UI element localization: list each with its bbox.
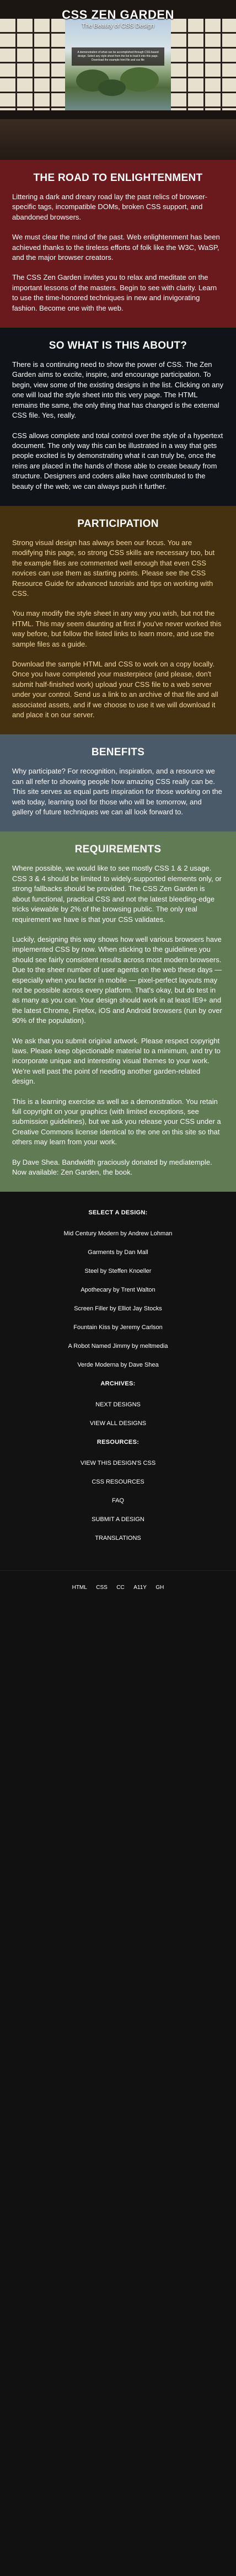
footer-link-css[interactable]: CSS — [96, 1585, 108, 1591]
footer-link-html[interactable]: HTML — [72, 1585, 87, 1591]
section-heading: SO WHAT IS THIS ABOUT? — [49, 340, 187, 352]
resources-heading: RESOURCES: — [96, 1439, 140, 1446]
design-selection: SELECT A DESIGN: Mid Century Modern by A… — [11, 1209, 225, 1368]
requirements-section: REQUIREMENTS Where possible, we would li… — [0, 831, 236, 1192]
translations-link[interactable]: TRANSLATIONS — [11, 1535, 225, 1542]
paragraph: Luckily, designing this way shows how we… — [12, 935, 222, 1025]
paragraph: There is a continuing need to show the p… — [12, 360, 223, 420]
design-list: Mid Century Modern by Andrew Lohman Garm… — [11, 1230, 225, 1368]
archives-list: NEXT DESIGNS VIEW ALL DESIGNS — [11, 1401, 225, 1427]
paragraph: The CSS Zen Garden invites you to relax … — [12, 273, 217, 312]
paragraph: We ask that you submit original artwork.… — [12, 1036, 221, 1086]
preamble-text: A demonstration of what can be accomplis… — [77, 51, 159, 62]
section-heading: BENEFITS — [91, 746, 145, 759]
design-link[interactable]: Apothecary by Trent Walton — [11, 1287, 225, 1293]
design-link[interactable]: Screen Filler by Elliot Jay Stocks — [11, 1305, 225, 1312]
paragraph: By Dave Shea. Bandwidth graciously donat… — [12, 1158, 212, 1177]
sidebar: SELECT A DESIGN: Mid Century Modern by A… — [0, 1192, 236, 1571]
section-heading: THE ROAD TO ENLIGHTENMENT — [33, 172, 203, 184]
resources: RESOURCES: VIEW THIS DESIGN'S CSS CSS RE… — [11, 1439, 225, 1542]
paragraph: Littering a dark and dreary road lay the… — [12, 193, 208, 221]
design-link[interactable]: Mid Century Modern by Andrew Lohman — [11, 1230, 225, 1237]
design-link[interactable]: Steel by Steffen Knoeller — [11, 1268, 225, 1274]
section-heading: REQUIREMENTS — [74, 844, 162, 856]
paragraph: Download the sample HTML and CSS to work… — [12, 660, 218, 719]
next-designs-link[interactable]: NEXT DESIGNS — [11, 1401, 225, 1408]
design-link[interactable]: Garments by Dan Mall — [11, 1249, 225, 1256]
paragraph: Why participate? For recognition, inspir… — [12, 767, 222, 817]
shoji-screen-left — [0, 19, 65, 110]
paragraph: CSS allows complete and total control ov… — [12, 431, 223, 490]
design-link[interactable]: Fountain Kiss by Jeremy Carlson — [11, 1324, 225, 1331]
participation-section: PARTICIPATION Strong visual design has a… — [0, 505, 236, 735]
paragraph: We must clear the mind of the past. Web … — [12, 233, 220, 262]
paragraph: Where possible, we would like to see mos… — [12, 864, 222, 924]
footer-link-gh[interactable]: GH — [155, 1585, 164, 1591]
floor-beam — [0, 110, 236, 119]
footer: HTML CSS CC A11Y GH — [0, 1570, 236, 1606]
view-css-link[interactable]: VIEW THIS DESIGN'S CSS — [11, 1460, 225, 1466]
faq-link[interactable]: FAQ — [11, 1497, 225, 1504]
footer-link-cc[interactable]: CC — [116, 1585, 124, 1591]
site-title: CSS ZEN GARDEN — [62, 8, 174, 22]
benefits-section: BENEFITS Why participate? For recognitio… — [0, 734, 236, 832]
road-to-enlightenment-section: THE ROAD TO ENLIGHTENMENT Littering a da… — [0, 160, 236, 328]
shoji-screen-right — [171, 19, 236, 110]
css-resources-link[interactable]: CSS RESOURCES — [11, 1479, 225, 1485]
title-box: CSS ZEN GARDEN The Beauty of CSS Design — [55, 8, 181, 29]
what-is-this-section: SO WHAT IS THIS ABOUT? There is a contin… — [0, 328, 236, 506]
section-heading: PARTICIPATION — [77, 518, 159, 530]
design-list-heading: SELECT A DESIGN: — [88, 1209, 148, 1217]
paragraph: You may modify the style sheet in any wa… — [12, 609, 222, 648]
wooden-floor — [0, 119, 236, 160]
submit-design-link[interactable]: SUBMIT A DESIGN — [11, 1516, 225, 1523]
design-link[interactable]: Verde Moderna by Dave Shea — [11, 1362, 225, 1368]
site-subtitle: The Beauty of CSS Design — [82, 23, 154, 29]
paragraph: This is a learning exercise as well as a… — [12, 1097, 221, 1146]
footer-link-a11y[interactable]: A11Y — [133, 1585, 147, 1591]
paragraph: Strong visual design has always been our… — [12, 538, 215, 598]
archives: ARCHIVES: NEXT DESIGNS VIEW ALL DESIGNS — [11, 1380, 225, 1427]
design-link[interactable]: A Robot Named Jimmy by meltmedia — [11, 1343, 225, 1350]
view-all-designs-link[interactable]: VIEW ALL DESIGNS — [11, 1420, 225, 1427]
resources-list: VIEW THIS DESIGN'S CSS CSS RESOURCES FAQ… — [11, 1460, 225, 1542]
page-header: CSS ZEN GARDEN The Beauty of CSS Design … — [0, 0, 236, 160]
archives-heading: ARCHIVES: — [100, 1380, 136, 1388]
preamble: A demonstration of what can be accomplis… — [72, 47, 164, 66]
